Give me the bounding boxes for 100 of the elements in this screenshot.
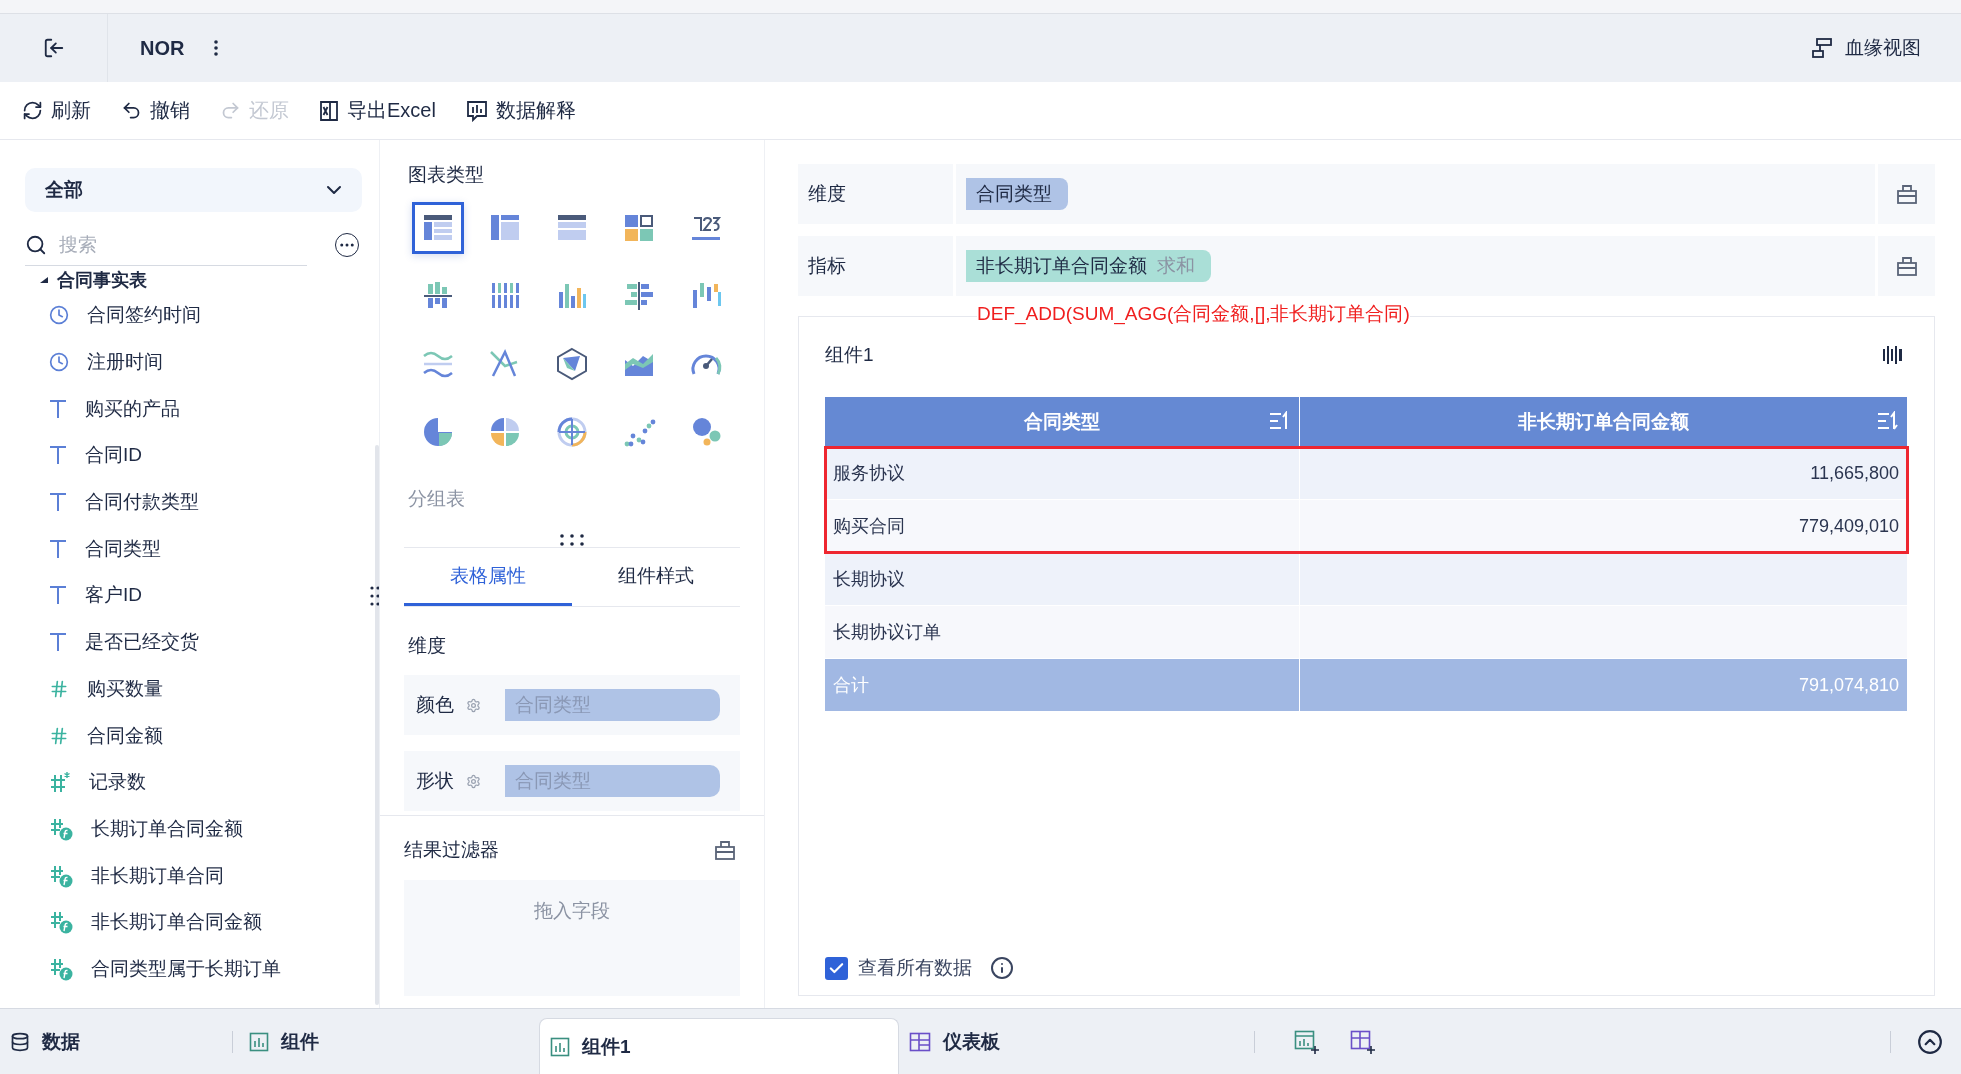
chart-comment-icon <box>465 99 488 122</box>
field-label: 购买的产品 <box>85 396 180 421</box>
table-cell: 779,409,010 <box>1300 500 1908 553</box>
field-item[interactable]: 长期订单合同金额 <box>25 805 361 853</box>
field-label: 非长期订单合同金额 <box>91 910 262 935</box>
sort-button[interactable] <box>1877 411 1899 431</box>
table-node[interactable]: 合同事实表 <box>25 268 361 292</box>
shelf-label: 维度 <box>798 164 953 224</box>
chart-type-button[interactable] <box>411 202 464 254</box>
lineage-button[interactable]: 血缘视图 <box>1805 34 1927 62</box>
field-label: 合同类型属于长期订单 <box>91 956 281 981</box>
text-type-icon <box>49 538 67 559</box>
toolbar-button[interactable]: 数据解释 <box>465 97 576 124</box>
section-title: 图表类型 <box>408 163 485 187</box>
section-title: 维度 <box>408 634 447 658</box>
toolbar-button[interactable]: 撤销 <box>121 97 190 124</box>
vertical-bars-icon <box>1882 344 1904 366</box>
field-label: 合同ID <box>85 443 142 468</box>
bottom-tab[interactable]: 组件1 <box>539 1018 899 1074</box>
field-item[interactable]: 购买数量 <box>25 665 361 713</box>
excel-icon <box>319 99 339 122</box>
text-type-icon <box>49 398 67 419</box>
clock-icon <box>49 305 69 326</box>
tab[interactable]: 组件样式 <box>572 548 740 606</box>
widget-title: 组件1 <box>825 343 874 367</box>
undo-icon <box>121 100 142 121</box>
text-type-icon <box>49 492 67 513</box>
hash-star-icon <box>49 771 71 794</box>
lineage-icon <box>1811 37 1833 59</box>
panel-icon <box>714 839 736 861</box>
field-item[interactable]: 是否已经交货 <box>25 618 361 666</box>
search-icon <box>25 233 47 256</box>
hash-icon <box>49 678 69 699</box>
panel-button[interactable] <box>1878 236 1935 296</box>
grid-plus-icon <box>1350 1029 1376 1054</box>
property-label: 形状 <box>416 769 455 793</box>
drag-handle-icon[interactable] <box>559 533 585 547</box>
field-item[interactable]: 合同签约时间 <box>25 292 361 339</box>
field-label: 注册时间 <box>87 350 163 375</box>
field-item[interactable]: 客户ID <box>25 572 361 619</box>
bottom-tab[interactable]: 数据 <box>0 1009 160 1074</box>
field-label: 合同签约时间 <box>87 303 201 328</box>
checkbox[interactable] <box>825 956 848 980</box>
property-label: 颜色 <box>416 693 455 717</box>
info-icon[interactable] <box>990 956 1014 980</box>
shelf-label: 指标 <box>798 236 953 296</box>
field-label: 购买数量 <box>87 676 163 701</box>
field-label: 是否已经交货 <box>85 630 199 655</box>
field-item[interactable]: 合同ID <box>25 432 361 479</box>
toolbar-button[interactable]: 刷新 <box>22 97 91 124</box>
refresh-icon <box>22 100 43 121</box>
field-label: 长期订单合同金额 <box>91 816 243 841</box>
chart-plus-icon <box>1294 1029 1320 1054</box>
page-title: NOR <box>140 36 185 60</box>
field-label: 客户ID <box>85 583 142 608</box>
vertical-dots-icon <box>214 40 219 56</box>
exit-icon <box>42 37 65 59</box>
text-type-icon <box>49 445 67 466</box>
column-header: 非长期订单合同金额 <box>1300 397 1908 447</box>
bottom-tab[interactable]: 仪表板 <box>899 1009 1099 1074</box>
scope-dropdown[interactable]: 全部 <box>25 168 362 212</box>
table-cell: 服务协议 <box>825 447 1301 500</box>
chart-type-name: 分组表 <box>408 487 466 511</box>
field-item[interactable]: 合同类型 <box>25 525 361 573</box>
field-item[interactable]: 合同付款类型 <box>25 478 361 526</box>
hash-formula-icon <box>49 910 73 935</box>
field-label: 记录数 <box>89 770 146 795</box>
field-item[interactable]: 购买的产品 <box>25 385 361 433</box>
field-item[interactable]: 合同金额 <box>25 712 361 759</box>
dashboard-icon <box>909 1031 931 1052</box>
bottom-tab[interactable]: 组件 <box>239 1009 389 1074</box>
field-item[interactable]: 合同类型属于长期订单 <box>25 945 361 993</box>
table-cell: 11,665,800 <box>1300 447 1908 500</box>
field-item[interactable]: 非长期订单合同 <box>25 852 361 899</box>
bar-chart-icon <box>550 1036 570 1057</box>
toolbar-button[interactable]: 导出Excel <box>319 97 436 124</box>
database-icon <box>10 1031 30 1052</box>
hash-formula-icon <box>49 863 73 888</box>
column-header: 合同类型 <box>825 397 1301 447</box>
field-label: 合同金额 <box>87 723 163 748</box>
tab[interactable]: 表格属性 <box>404 548 572 606</box>
chevron-up-icon <box>1917 1028 1943 1055</box>
collapse-icon <box>39 276 49 284</box>
field-label: 非长期订单合同 <box>91 863 224 888</box>
redo-icon <box>220 100 241 121</box>
table-cell: 长期协议订单 <box>825 606 1301 659</box>
field-item[interactable]: 记录数 <box>25 758 361 806</box>
panel-icon <box>1895 183 1918 205</box>
field-chip[interactable]: 非长期订单合同金额 求和 <box>966 250 1211 282</box>
field-chip[interactable]: 合同类型 <box>966 178 1068 210</box>
search-field[interactable]: 搜索 <box>57 232 277 257</box>
total-cell: 791,074,810 <box>1300 659 1908 712</box>
total-cell: 合计 <box>825 659 1301 712</box>
formula-annotation: DEF_ADD(SUM_AGG(合同金额,[],非长期订单合同) <box>977 301 1410 327</box>
panel-button[interactable] <box>1878 164 1935 224</box>
field-item[interactable]: 非长期订单合同金额 <box>25 898 361 946</box>
clock-icon <box>49 352 69 373</box>
resize-handle-icon[interactable] <box>369 585 379 607</box>
field-item[interactable]: 注册时间 <box>25 338 361 386</box>
hash-formula-icon <box>49 956 73 981</box>
